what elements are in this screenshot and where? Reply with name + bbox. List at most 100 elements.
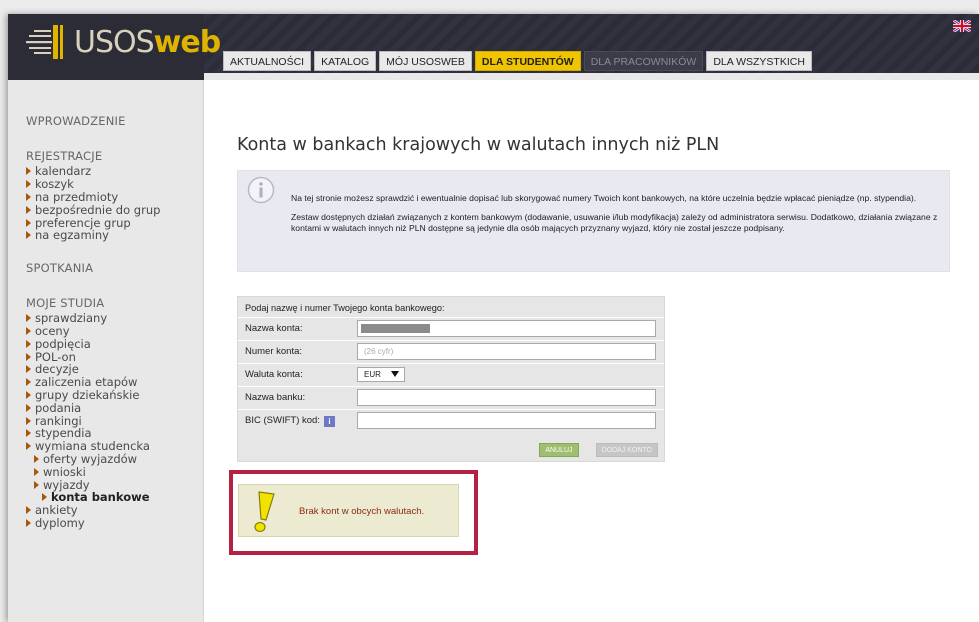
bullet-icon [26, 442, 31, 451]
sidebar-menu: WPROWADZENIE REJESTRACJE kalendarz koszy… [26, 114, 202, 530]
bullet-icon [26, 429, 31, 438]
waluta-label: Waluta konta: [245, 369, 303, 380]
waluta-select[interactable]: EUR [357, 367, 405, 382]
bank-account-form: Podaj nazwę i numer Twojego konta bankow… [237, 296, 665, 462]
bic-input[interactable] [357, 412, 656, 429]
bullet-icon [34, 454, 39, 463]
masked-value [361, 324, 430, 333]
numer-konta-input[interactable]: (26 cyfr) [357, 343, 656, 360]
info-icon [247, 176, 275, 204]
header-divider [204, 73, 979, 80]
bullet-icon [26, 378, 31, 387]
bullet-icon [26, 390, 31, 399]
sidebar-item-sprawdziany[interactable]: sprawdziany [26, 311, 202, 325]
bullet-icon [26, 352, 31, 361]
sidebar-item-preferencje-grup[interactable]: preferencje grup [26, 216, 202, 230]
sidebar-item-podania[interactable]: podania [26, 401, 202, 415]
form-row-numer-konta: Numer konta: (26 cyfr) [238, 340, 664, 361]
sidebar-item-dyplomy[interactable]: dyplomy [26, 516, 202, 530]
sidebar-item-ankiety[interactable]: ankiety [26, 503, 202, 517]
tab-dla-studentow[interactable]: DLA STUDENTÓW [474, 51, 581, 71]
usosweb-logo[interactable]: USOSweb [26, 22, 222, 62]
logo-emblem-icon [26, 25, 63, 59]
sidebar-item-wnioski[interactable]: wnioski [26, 465, 202, 479]
bullet-icon [26, 416, 31, 425]
sidebar-item-zaliczenia-etapow[interactable]: zaliczenia etapów [26, 375, 202, 389]
sidebar-item-rankingi[interactable]: rankingi [26, 414, 202, 428]
sidebar-section-rejestracje[interactable]: REJESTRACJE [26, 149, 202, 163]
sidebar-item-wprowadzenie[interactable]: WPROWADZENIE [26, 114, 202, 128]
info-box: Na tej stronie możesz sprawdzić i ewentu… [237, 170, 950, 272]
sidebar-item-bezposrednie-do-grup[interactable]: bezpośrednie do grup [26, 203, 202, 217]
bullet-icon [42, 493, 47, 502]
header: USOSweb AKTUALNOŚCI KATALOG MÓJ USOSWEB … [8, 14, 979, 80]
warning-box: Brak kont w obcych walutach. [238, 484, 459, 537]
page-title: Konta w bankach krajowych w walutach inn… [237, 135, 720, 155]
form-title: Podaj nazwę i numer Twojego konta bankow… [245, 303, 445, 313]
nazwa-banku-label: Nazwa banku: [245, 392, 306, 403]
sidebar-item-podpiecia[interactable]: podpięcia [26, 337, 202, 351]
sidebar-item-wyjazdy[interactable]: wyjazdy [26, 478, 202, 492]
info-paragraph-2: Zestaw dostępnych działań związanych z k… [291, 212, 938, 233]
form-row-nazwa-banku: Nazwa banku: [238, 386, 664, 407]
bullet-icon [26, 506, 31, 515]
bullet-icon [26, 518, 31, 527]
add-account-button[interactable]: DODAJ KONTO [595, 443, 658, 457]
sidebar-item-koszyk[interactable]: koszyk [26, 177, 202, 191]
tab-dla-pracownikow[interactable]: DLA PRACOWNIKÓW [583, 51, 704, 71]
bic-label: BIC (SWIFT) kod: i [245, 415, 335, 427]
bullet-icon [34, 467, 39, 476]
warning-text: Brak kont w obcych walutach. [299, 506, 425, 517]
sidebar-item-na-egzaminy[interactable]: na egzaminy [26, 228, 202, 242]
tab-katalog[interactable]: KATALOG [314, 51, 377, 71]
form-row-nazwa-konta: Nazwa konta: [238, 317, 664, 338]
sidebar-item-na-przedmioty[interactable]: na przedmioty [26, 190, 202, 204]
bullet-icon [26, 218, 31, 227]
bullet-icon [26, 326, 31, 335]
sidebar-item-kalendarz[interactable]: kalendarz [26, 164, 202, 178]
help-icon[interactable]: i [323, 416, 335, 427]
dropdown-arrow-icon [391, 371, 399, 377]
waluta-selected-value: EUR [364, 370, 381, 379]
nazwa-konta-input[interactable] [357, 320, 656, 337]
sidebar: WPROWADZENIE REJESTRACJE kalendarz koszy… [8, 80, 204, 622]
sidebar-item-oferty-wyjazdow[interactable]: oferty wyjazdów [26, 452, 202, 466]
form-actions: ANULUJ DODAJ KONTO [539, 443, 658, 457]
bullet-icon [26, 192, 31, 201]
tab-moj-usosweb[interactable]: MÓJ USOSWEB [379, 51, 472, 71]
sidebar-item-decyzje[interactable]: decyzje [26, 362, 202, 376]
info-text: Na tej stronie możesz sprawdzić i ewentu… [291, 193, 941, 234]
numer-konta-label: Numer konta: [245, 346, 303, 357]
sidebar-item-stypendia[interactable]: stypendia [26, 426, 202, 440]
sidebar-item-grupy-dziekanskie[interactable]: grupy dziekańskie [26, 388, 202, 402]
bullet-icon [34, 480, 39, 489]
sidebar-item-oceny[interactable]: oceny [26, 324, 202, 338]
tab-aktualnosci[interactable]: AKTUALNOŚCI [223, 51, 312, 71]
sidebar-item-wymiana-studencka[interactable]: wymiana studencka [26, 439, 202, 453]
info-paragraph-1: Na tej stronie możesz sprawdzić i ewentu… [291, 193, 917, 203]
bullet-icon [26, 403, 31, 412]
main-tabs: AKTUALNOŚCI KATALOG MÓJ USOSWEB DLA STUD… [223, 51, 812, 71]
sidebar-item-pol-on[interactable]: POL-on [26, 350, 202, 364]
logo-usos-text: USOS [74, 24, 155, 60]
nazwa-konta-label: Nazwa konta: [245, 323, 303, 334]
logo-web-text: web [153, 24, 222, 60]
cancel-button[interactable]: ANULUJ [539, 443, 579, 457]
browser-page: USOSweb AKTUALNOŚCI KATALOG MÓJ USOSWEB … [8, 14, 979, 622]
uk-flag-icon[interactable] [953, 20, 971, 32]
form-row-bic: BIC (SWIFT) kod: i [238, 409, 664, 430]
sidebar-item-konta-bankowe[interactable]: konta bankowe [26, 490, 202, 504]
main-content: Konta w bankach krajowych w walutach inn… [204, 80, 979, 622]
bullet-icon [26, 231, 31, 240]
bullet-icon [26, 205, 31, 214]
sidebar-item-spotkania[interactable]: SPOTKANIA [26, 261, 202, 275]
exclamation-icon [254, 491, 275, 533]
nazwa-banku-input[interactable] [357, 389, 656, 406]
bullet-icon [26, 167, 31, 176]
bullet-icon [26, 365, 31, 374]
bullet-icon [26, 180, 31, 189]
sidebar-section-moje-studia[interactable]: MOJE STUDIA [26, 296, 202, 310]
tab-dla-wszystkich[interactable]: DLA WSZYSTKICH [706, 51, 812, 71]
form-row-waluta: Waluta konta: EUR [238, 363, 664, 384]
bullet-icon [26, 339, 31, 348]
